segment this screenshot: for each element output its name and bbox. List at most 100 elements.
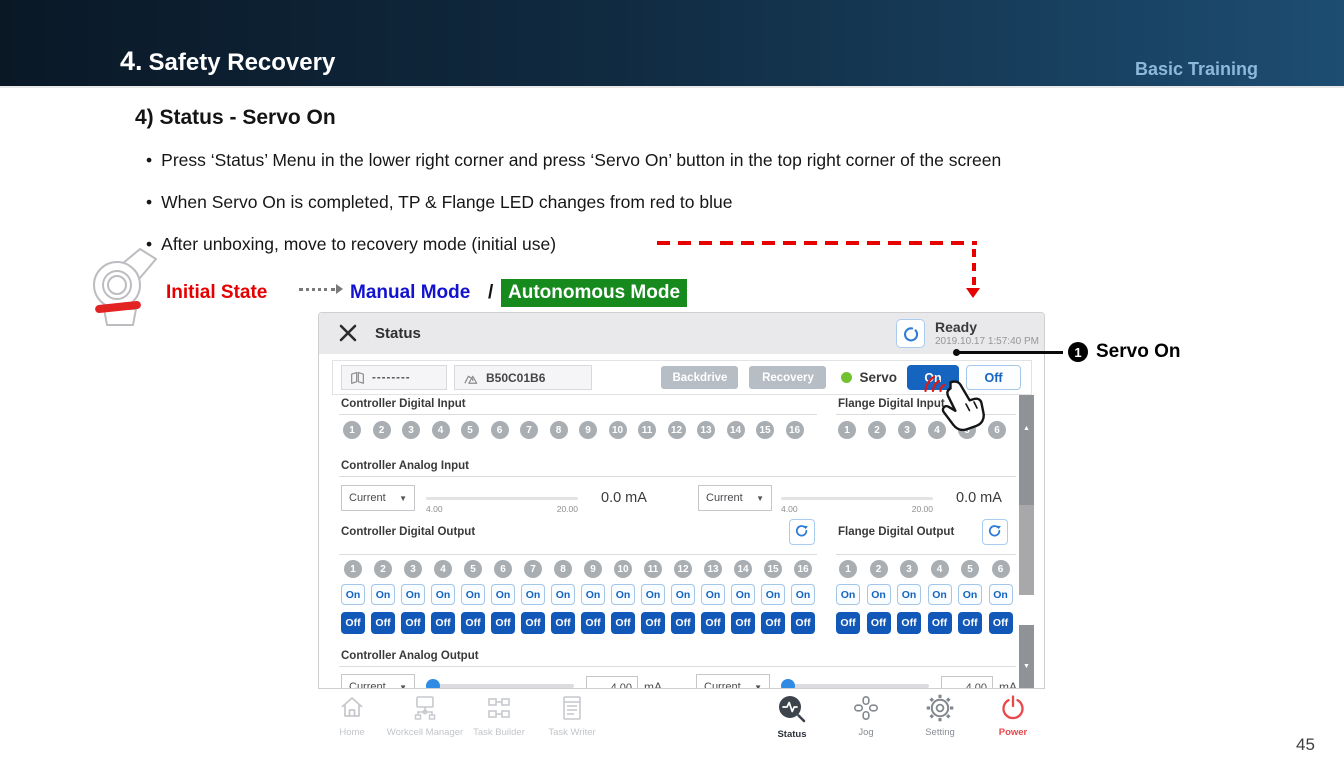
robot-state-icon — [902, 325, 920, 343]
digital-output-on-button[interactable]: On — [867, 584, 891, 605]
analog-input-slider-2[interactable] — [781, 497, 933, 500]
digital-output-channel: 3 — [404, 560, 422, 578]
analog-output-slider-knob-2[interactable] — [781, 679, 795, 689]
digital-output-off-button[interactable]: Off — [341, 612, 365, 634]
digital-output-off-button[interactable]: Off — [761, 612, 785, 634]
robot-serial-field[interactable]: B50C01B6 — [454, 365, 592, 390]
controller-output-refresh-button[interactable] — [789, 519, 815, 545]
analog-input-max-1: 20.00 — [534, 504, 578, 514]
digital-output-off-button[interactable]: Off — [671, 612, 695, 634]
digital-output-channel: 14 — [734, 560, 752, 578]
digital-input-channel: 7 — [520, 421, 538, 439]
digital-output-on-button[interactable]: On — [611, 584, 635, 605]
digital-output-off-button[interactable]: Off — [731, 612, 755, 634]
digital-output-off-button[interactable]: Off — [461, 612, 485, 634]
digital-output-on-button[interactable]: On — [551, 584, 575, 605]
digital-output-on-button[interactable]: On — [341, 584, 365, 605]
digital-output-off-button[interactable]: Off — [491, 612, 515, 634]
analog-input-type-select-2[interactable]: Current ▼ — [698, 485, 772, 511]
chevron-down-icon: ▼ — [756, 494, 764, 503]
digital-output-off-button[interactable]: Off — [551, 612, 575, 634]
digital-output-off-button[interactable]: Off — [431, 612, 455, 634]
digital-output-on-button[interactable]: On — [671, 584, 695, 605]
digital-output-on-button[interactable]: On — [401, 584, 425, 605]
red-arrowhead-icon — [966, 288, 980, 298]
digital-output-channel: 6 — [992, 560, 1010, 578]
analog-output-value-input-1[interactable] — [586, 676, 638, 689]
digital-output-off-button[interactable]: Off — [897, 612, 921, 634]
analog-output-slider-1[interactable] — [426, 684, 574, 688]
scroll-down-icon[interactable]: ▼ — [1019, 663, 1034, 670]
analog-output-type-select-1[interactable]: Current ▼ — [341, 674, 415, 689]
nav-item-task-writer[interactable]: Task Writer — [524, 694, 620, 738]
digital-output-off-button[interactable]: Off — [836, 612, 860, 634]
digital-output-off-button[interactable]: Off — [928, 612, 952, 634]
digital-output-on-button[interactable]: On — [958, 584, 982, 605]
digital-output-channel: 7 — [524, 560, 542, 578]
robot-flange-icon — [82, 245, 164, 334]
digital-output-channel: 1 — [839, 560, 857, 578]
power-icon — [999, 694, 1027, 722]
analog-input-type-value: Current — [349, 492, 386, 504]
recovery-button[interactable]: Recovery — [749, 366, 826, 389]
digital-output-on-button[interactable]: On — [461, 584, 485, 605]
analog-input-type-select-1[interactable]: Current ▼ — [341, 485, 415, 511]
digital-output-column: 11 On Off — [641, 560, 665, 634]
scroll-up-icon[interactable]: ▲ — [1019, 425, 1034, 432]
close-icon[interactable] — [339, 324, 357, 342]
servo-on-callout: 1 Servo On — [1068, 341, 1180, 363]
divider — [339, 554, 817, 555]
analog-output-type-select-2[interactable]: Current ▼ — [696, 674, 770, 689]
digital-output-on-button[interactable]: On — [731, 584, 755, 605]
digital-output-column: 5 On Off — [461, 560, 485, 634]
digital-output-on-button[interactable]: On — [897, 584, 921, 605]
chevron-down-icon: ▼ — [399, 683, 407, 690]
panel-scrollbar[interactable]: ▲ ▼ — [1019, 395, 1034, 689]
digital-output-off-button[interactable]: Off — [958, 612, 982, 634]
analog-output-slider-knob-1[interactable] — [426, 679, 440, 689]
divider — [836, 554, 1016, 555]
digital-output-on-button[interactable]: On — [928, 584, 952, 605]
workcell-select-field[interactable]: -------- — [341, 365, 447, 390]
flange-output-refresh-button[interactable] — [982, 519, 1008, 545]
digital-output-off-button[interactable]: Off — [701, 612, 725, 634]
digital-output-on-button[interactable]: On — [701, 584, 725, 605]
status-icon — [777, 694, 807, 724]
digital-input-channel: 5 — [461, 421, 479, 439]
digital-output-on-button[interactable]: On — [431, 584, 455, 605]
digital-output-off-button[interactable]: Off — [581, 612, 605, 634]
digital-output-off-button[interactable]: Off — [641, 612, 665, 634]
digital-output-off-button[interactable]: Off — [611, 612, 635, 634]
digital-output-on-button[interactable]: On — [371, 584, 395, 605]
digital-output-on-button[interactable]: On — [791, 584, 815, 605]
digital-output-on-button[interactable]: On — [761, 584, 785, 605]
robot-state-button[interactable] — [896, 319, 925, 348]
digital-output-on-button[interactable]: On — [491, 584, 515, 605]
digital-output-on-button[interactable]: On — [641, 584, 665, 605]
digital-output-off-button[interactable]: Off — [521, 612, 545, 634]
bottom-nav: Home Workcell Manager Task Builder — [318, 688, 1045, 752]
digital-output-column: 6 On Off — [491, 560, 515, 634]
backdrive-button[interactable]: Backdrive — [661, 366, 738, 389]
digital-output-channel: 1 — [344, 560, 362, 578]
digital-output-off-button[interactable]: Off — [371, 612, 395, 634]
analog-input-slider-1[interactable] — [426, 497, 578, 500]
digital-output-column: 15 On Off — [761, 560, 785, 634]
digital-output-off-button[interactable]: Off — [867, 612, 891, 634]
red-dashed-line-horizontal — [657, 241, 977, 245]
digital-output-column: 16 On Off — [791, 560, 815, 634]
servo-label: Servo — [859, 370, 897, 385]
analog-output-value-input-2[interactable] — [941, 676, 993, 689]
nav-item-power[interactable]: Power — [965, 694, 1061, 738]
digital-output-on-button[interactable]: On — [836, 584, 860, 605]
digital-output-off-button[interactable]: Off — [989, 612, 1013, 634]
analog-input-max-2: 20.00 — [889, 504, 933, 514]
digital-output-on-button[interactable]: On — [581, 584, 605, 605]
digital-output-column: 8 On Off — [551, 560, 575, 634]
digital-output-off-button[interactable]: Off — [791, 612, 815, 634]
analog-output-slider-2[interactable] — [781, 684, 929, 688]
digital-output-on-button[interactable]: On — [989, 584, 1013, 605]
refresh-icon — [987, 524, 1003, 540]
digital-output-off-button[interactable]: Off — [401, 612, 425, 634]
digital-output-on-button[interactable]: On — [521, 584, 545, 605]
